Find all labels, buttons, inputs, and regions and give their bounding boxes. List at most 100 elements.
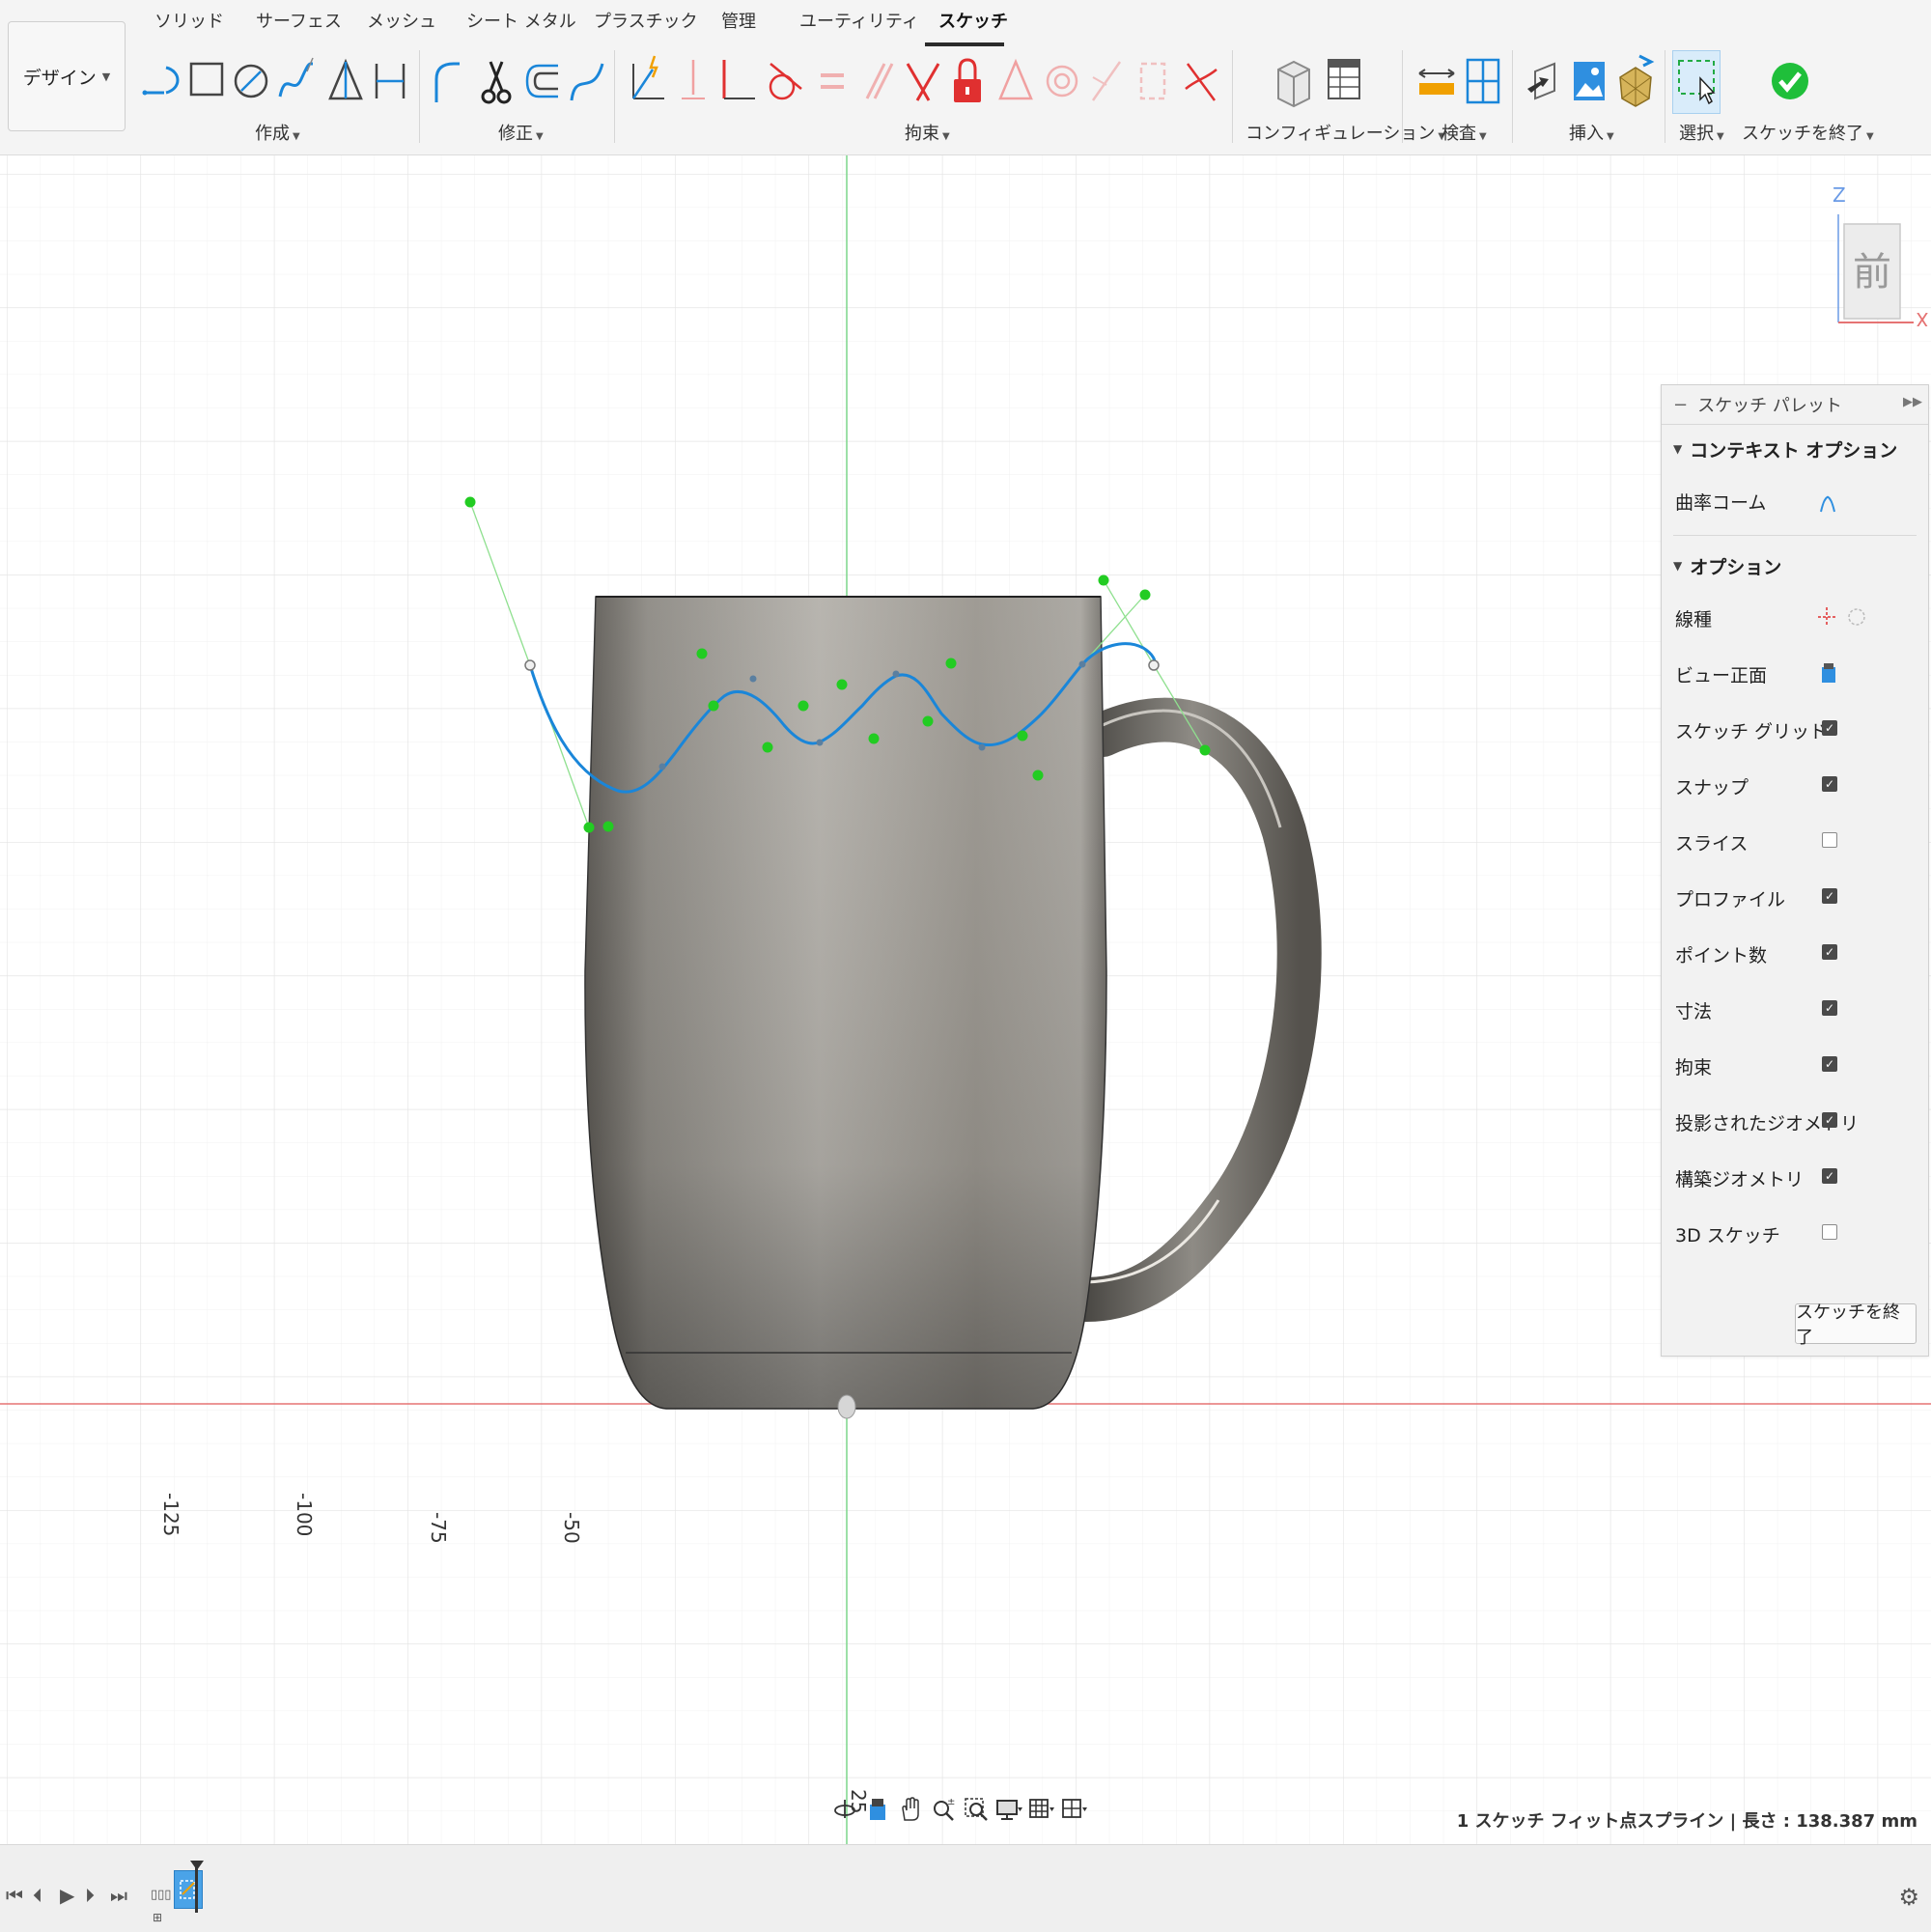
finish-sketch-button[interactable]: スケッチを終了 [1795, 1302, 1917, 1348]
sketch-feature-icon[interactable] [174, 1870, 203, 1909]
option-checkbox[interactable]: ✓ [1822, 1000, 1837, 1016]
group-insert[interactable]: 挿入 ▼ [1569, 120, 1614, 145]
timeline-marker[interactable] [195, 1864, 198, 1913]
view-cube[interactable]: 前 Z X [1823, 182, 1929, 332]
option-checkbox[interactable]: ✓ [1822, 888, 1837, 904]
look-at-icon[interactable] [1820, 661, 1837, 689]
gear-icon[interactable]: ⚙ [1898, 1884, 1919, 1911]
horizontal-constraint-icon[interactable] [670, 50, 716, 112]
section-options[interactable]: ▼ オプション [1662, 542, 1928, 590]
viewports-icon[interactable] [1060, 1793, 1089, 1826]
curve-edit-icon[interactable] [564, 50, 610, 112]
trim-scissors-icon[interactable] [473, 50, 519, 112]
group-inspect[interactable]: 検査 ▼ [1441, 120, 1487, 145]
collinear-constraint-icon[interactable] [900, 50, 946, 112]
tab-plastic[interactable]: プラスチック [594, 8, 698, 33]
tab-sketch[interactable]: スケッチ [938, 8, 1008, 33]
workspace-switcher[interactable]: デザイン ▼ [8, 21, 126, 131]
option-checkbox[interactable]: ✓ [1822, 1112, 1837, 1128]
circle-tool-icon[interactable] [228, 50, 274, 112]
option-checkbox[interactable] [1822, 1224, 1837, 1240]
configuration-cube-icon[interactable] [1271, 50, 1317, 112]
parallel-constraint-icon[interactable] [855, 50, 902, 112]
orbit-icon[interactable] [830, 1793, 859, 1826]
group-create[interactable]: 作成 ▼ [255, 120, 300, 145]
triangle-down-icon: ▼ [1673, 442, 1683, 456]
fix-lock-icon[interactable] [944, 50, 991, 112]
insert-derive-icon[interactable] [1522, 50, 1568, 112]
ruler-label-minus-100: -100 [293, 1493, 316, 1536]
select-window-icon[interactable] [1672, 50, 1721, 114]
equal-constraint-icon[interactable] [809, 50, 855, 112]
group-constraints[interactable]: 拘束 ▼ [905, 120, 950, 145]
look-at-face-icon[interactable] [863, 1793, 892, 1826]
symmetry-constraint-icon[interactable] [993, 50, 1039, 112]
interference-icon[interactable] [1460, 50, 1506, 112]
group-modify[interactable]: 修正 ▼ [498, 120, 544, 145]
option-label: 構築ジオメトリ [1675, 1168, 1805, 1190]
curvature-comb-icon[interactable] [1818, 487, 1837, 518]
collapse-icon[interactable]: − [1673, 395, 1688, 415]
finish-sketch-check-icon[interactable] [1767, 50, 1813, 112]
spline-tool-icon[interactable] [272, 50, 319, 112]
expand-arrow-icon[interactable]: ▶▶ [1903, 395, 1922, 409]
tab-mesh[interactable]: メッシュ [367, 8, 436, 33]
pan-hand-icon[interactable] [896, 1793, 925, 1826]
insert-canvas-image-icon[interactable] [1566, 50, 1612, 112]
construction-line-icon[interactable] [1816, 603, 1870, 635]
step-back-icon[interactable]: ⏴ [33, 1884, 42, 1907]
group-configuration[interactable]: コンフィギュレーション ▼ [1245, 120, 1445, 145]
option-checkbox[interactable]: ✓ [1822, 944, 1837, 960]
option-row: 投影されたジオメトリ ✓ [1662, 1094, 1928, 1150]
ruler-label-minus-50: -50 [560, 1512, 583, 1544]
midpoint-constraint-icon[interactable] [1083, 50, 1130, 112]
origin-point[interactable] [837, 1394, 856, 1419]
spline-end-point[interactable] [1148, 659, 1160, 671]
line-tool-icon[interactable] [137, 50, 183, 112]
slot-tool-icon[interactable] [367, 50, 413, 112]
axis-x-label: X [1916, 309, 1929, 326]
tab-solid[interactable]: ソリッド [154, 8, 224, 33]
fillet-tool-icon[interactable] [427, 50, 473, 112]
option-checkbox[interactable]: ✓ [1822, 776, 1837, 792]
step-forward-icon[interactable]: ⏵ [85, 1884, 95, 1907]
group-select[interactable]: 選択 ▼ [1679, 120, 1724, 145]
option-label: スケッチ グリッド [1675, 720, 1829, 742]
perpendicular-constraint-icon[interactable] [714, 50, 761, 112]
tab-manage[interactable]: 管理 [721, 8, 756, 33]
timeline-marker-head-icon[interactable] [190, 1861, 204, 1870]
configuration-table-icon[interactable] [1321, 50, 1367, 112]
section-context-options[interactable]: ▼ コンテキスト オプション [1662, 425, 1928, 473]
ribbon-toolbar: デザイン ▼ ソリッド サーフェス メッシュ シート メタル プラスチック 管理 … [0, 0, 1931, 155]
spline-start-point[interactable] [524, 659, 536, 671]
add-icon[interactable]: ⊞ [153, 1911, 162, 1924]
tab-utilities[interactable]: ユーティリティ [799, 8, 919, 33]
auto-constraint-icon[interactable] [624, 50, 670, 112]
grid-settings-icon[interactable] [1027, 1793, 1056, 1826]
tab-surface[interactable]: サーフェス [256, 8, 342, 33]
zoom-icon[interactable]: ± [929, 1793, 958, 1826]
option-checkbox[interactable]: ✓ [1822, 720, 1837, 736]
triangle-tool-icon[interactable] [322, 50, 369, 112]
go-to-end-icon[interactable]: ⏭ [110, 1884, 127, 1907]
insert-mesh-icon[interactable] [1612, 50, 1659, 112]
option-checkbox[interactable]: ✓ [1822, 1168, 1837, 1184]
go-to-start-icon[interactable]: ⏮ [6, 1884, 23, 1907]
coincident-constraint-icon[interactable] [1130, 50, 1176, 112]
option-checkbox[interactable]: ✓ [1822, 1056, 1837, 1072]
group-finish-sketch[interactable]: スケッチを終了 ▼ [1742, 120, 1874, 145]
play-icon[interactable]: ▶ [60, 1884, 74, 1907]
timeline-filter-icon[interactable]: ▯▯▯ [151, 1888, 171, 1902]
tangent-constraint-icon[interactable] [761, 50, 807, 112]
measure-ruler-icon[interactable] [1413, 50, 1460, 112]
rectangle-tool-icon[interactable] [183, 50, 230, 112]
curvature-constraint-icon[interactable] [1178, 50, 1224, 112]
offset-tool-icon[interactable] [519, 50, 566, 112]
fit-window-icon[interactable] [962, 1793, 991, 1826]
display-settings-icon[interactable] [994, 1793, 1023, 1826]
concentric-constraint-icon[interactable] [1039, 50, 1085, 112]
tab-sheet-metal[interactable]: シート メタル [466, 8, 576, 33]
sketch-canvas[interactable]: -125 -100 -75 -50 25 [0, 155, 1931, 1845]
option-checkbox[interactable] [1822, 832, 1837, 848]
palette-header[interactable]: − スケッチ パレット ▶▶ [1662, 385, 1928, 425]
